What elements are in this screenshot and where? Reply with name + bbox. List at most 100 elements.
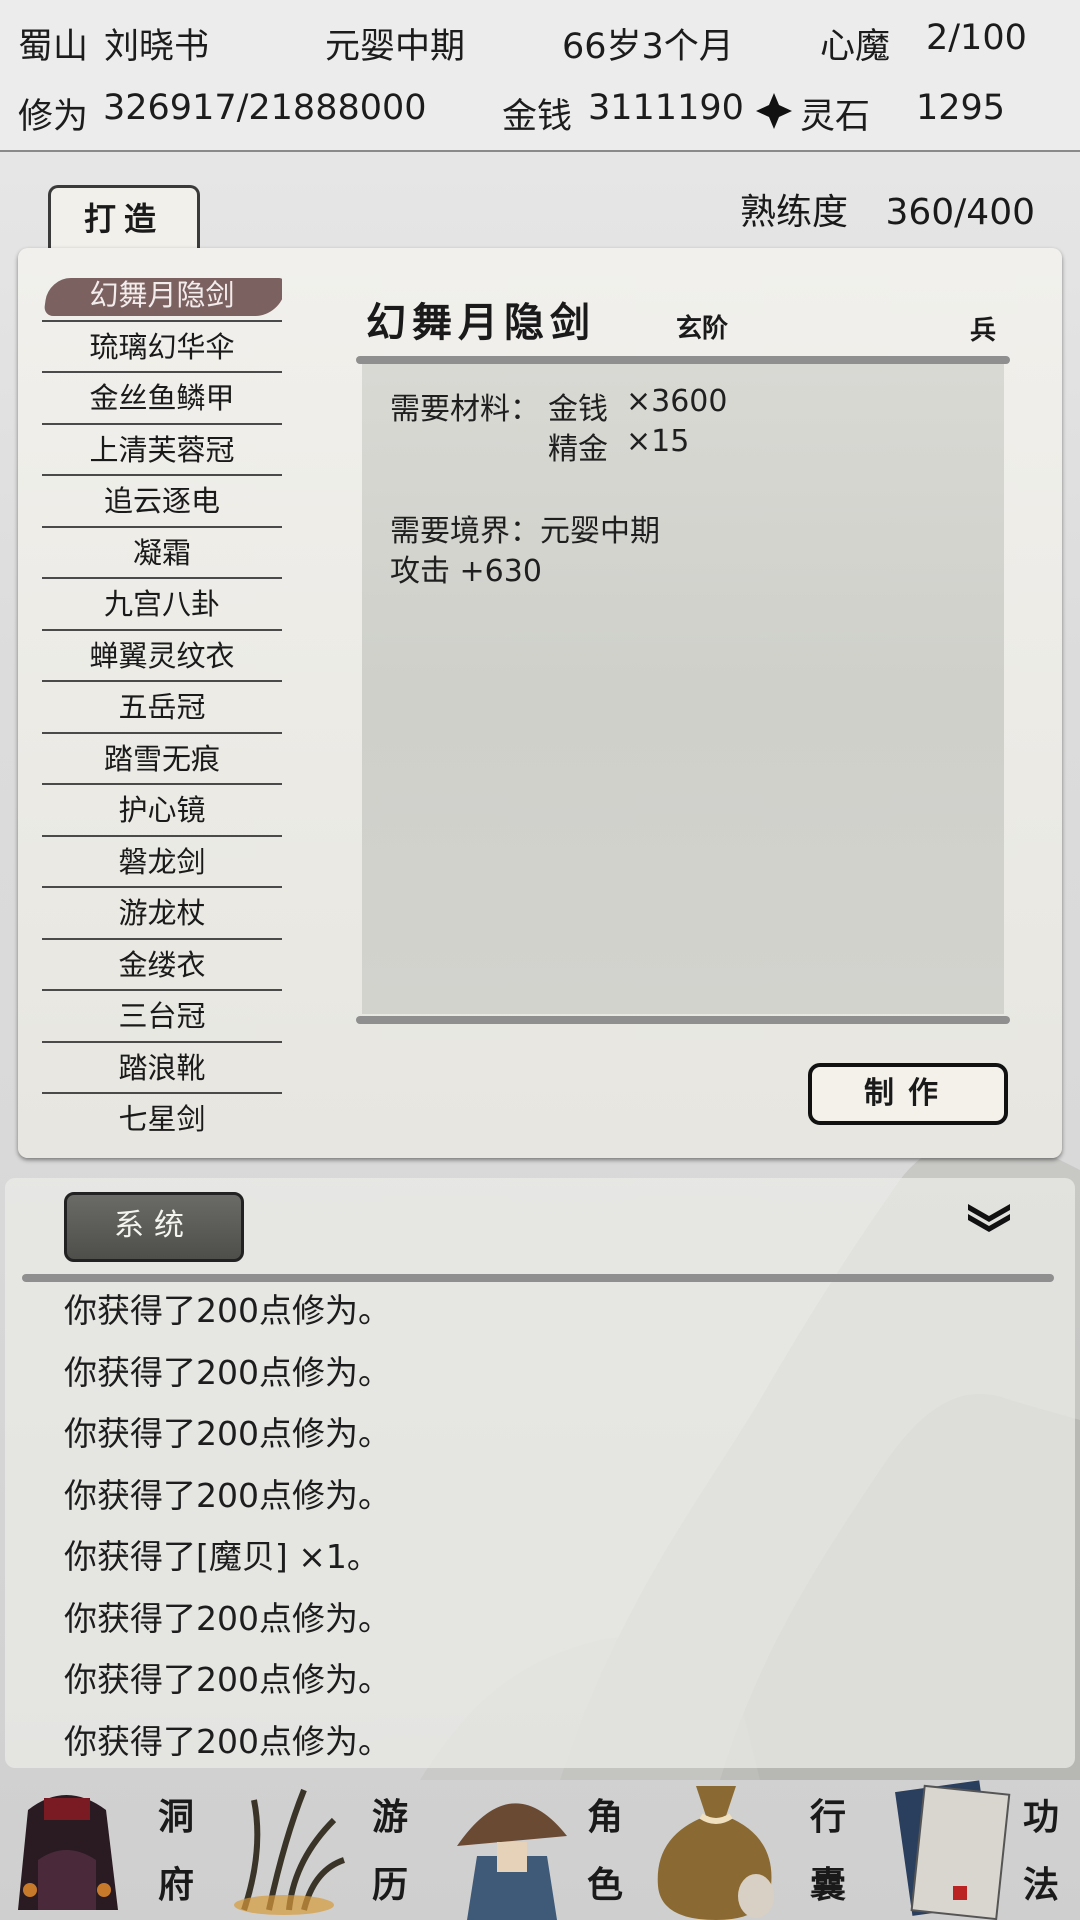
spirit-stone-icon [756, 93, 792, 129]
item-type: 兵 [970, 316, 997, 346]
nav-bag[interactable]: 行 囊 [640, 1770, 855, 1920]
recipe-label: 三台冠 [118, 999, 206, 1033]
log-line: 你获得了200点修为。 [64, 1352, 391, 1392]
recipe-item[interactable]: 磐龙剑 [42, 839, 282, 888]
recipe-label: 追云逐电 [103, 484, 220, 518]
cave-icon [18, 1795, 118, 1910]
nav-skills-char-2: 法 [1023, 1864, 1060, 1906]
log-line: 你获得了[魔贝] ×1。 [64, 1537, 380, 1576]
log-line: 你获得了200点修为。 [64, 1291, 391, 1330]
log-line: 你获得了200点修为。 [64, 1475, 391, 1515]
nav-character-char-2: 色 [587, 1864, 624, 1906]
recipe-detail-box [362, 364, 1004, 1014]
log-list[interactable]: 你获得了200点修为。 你获得了200点修为。 你获得了200点修为。 你获得了200… [64, 1285, 391, 1777]
recipe-item[interactable]: 上清芙蓉冠 [42, 427, 282, 476]
grass-icon [234, 1788, 346, 1915]
nav-character-char-1: 角 [587, 1796, 624, 1838]
recipe-label: 凝霜 [132, 535, 191, 570]
proficiency-display: 熟练度 360/400 [740, 183, 1035, 235]
recipe-list[interactable]: 幻舞月隐剑琉璃幻华伞金丝鱼鳞甲上清芙蓉冠追云逐电凝霜九宫八卦蝉翼灵纹衣五岳冠踏雪… [42, 272, 282, 1136]
cultivation-value: 326917/21888000 [103, 88, 427, 128]
player-name: 刘晓书 [104, 27, 210, 67]
recipe-item[interactable]: 七星剑 [42, 1096, 282, 1136]
recipe-label: 七星剑 [118, 1102, 206, 1136]
recipe-label: 上清芙蓉冠 [89, 432, 235, 467]
money-label: 金钱 [502, 97, 573, 137]
recipe-item[interactable]: 追云逐电 [42, 478, 282, 528]
nav-bag-char-2: 囊 [810, 1864, 847, 1906]
status-header: 蜀山 刘晓书 元婴中期 66岁3个月 心魔 2/100 修为 326917/21… [0, 0, 1080, 152]
spirit-stone-label: 灵石 [800, 97, 871, 137]
recipe-label: 护心镜 [118, 793, 206, 827]
material-1-name: 金钱 [548, 392, 608, 427]
recipe-label: 琉璃幻华伞 [89, 329, 235, 364]
recipe-item[interactable]: 蝉翼灵纹衣 [42, 633, 282, 682]
material-1-qty: ×3600 [626, 384, 728, 419]
log-line: 你获得了200点修为。 [64, 1660, 391, 1699]
heart-demon-label: 心魔 [820, 27, 891, 67]
detail-top-divider [356, 356, 1010, 364]
recipe-label: 金缕衣 [118, 947, 206, 982]
recipe-item[interactable]: 护心镜 [42, 787, 282, 837]
log-line: 你获得了200点修为。 [64, 1598, 391, 1638]
log-line: 你获得了200点修为。 [64, 1414, 391, 1453]
recipe-item[interactable]: 五岳冠 [42, 684, 282, 734]
bag-icon [657, 1786, 774, 1920]
log-line: 你获得了200点修为。 [64, 1721, 391, 1761]
recipe-label: 金丝鱼鳞甲 [89, 381, 235, 415]
nav-cave-char-2: 府 [158, 1864, 195, 1906]
sect-label: 蜀山 [18, 27, 89, 67]
make-button[interactable]: 制作 [808, 1063, 1008, 1125]
recipe-label: 幻舞月隐剑 [89, 278, 235, 312]
nav-character[interactable]: 角 色 [425, 1770, 640, 1920]
tab-system[interactable]: 系统 [64, 1192, 244, 1262]
item-stat: 攻击 +630 [390, 554, 542, 589]
money-value: 3111190 [588, 88, 744, 128]
recipe-label: 五岳冠 [118, 690, 206, 724]
recipe-item[interactable]: 踏雪无痕 [42, 736, 282, 785]
heart-demon-value: 2/100 [926, 18, 1027, 58]
age-value: 66岁3个月 [562, 27, 734, 67]
book-icon [895, 1780, 1011, 1920]
recipe-label: 游龙杖 [118, 896, 206, 930]
tab-craft[interactable]: 打造 [48, 185, 200, 251]
material-2-qty: ×15 [626, 424, 690, 459]
spirit-stone-value: 1295 [916, 88, 1006, 128]
nav-skills[interactable]: 功 法 [855, 1770, 1080, 1920]
recipe-item[interactable]: 游龙杖 [42, 890, 282, 940]
recipe-item[interactable]: 九宫八卦 [42, 581, 282, 631]
recipe-label: 蝉翼灵纹衣 [89, 638, 235, 673]
straw-hat-icon [457, 1803, 567, 1920]
nav-travel-char-2: 历 [372, 1864, 409, 1906]
recipe-item[interactable]: 踏浪靴 [42, 1045, 282, 1094]
recipe-label: 踏浪靴 [118, 1050, 206, 1085]
recipe-label: 踏雪无痕 [103, 741, 220, 776]
recipe-item[interactable]: 琉璃幻华伞 [42, 324, 282, 373]
item-grade: 玄阶 [676, 314, 729, 344]
proficiency-value: 360/400 [885, 192, 1036, 233]
nav-cave-char-1: 洞 [158, 1796, 195, 1838]
material-2-name: 精金 [548, 432, 608, 467]
recipe-item[interactable]: 金缕衣 [42, 942, 282, 991]
log-divider [22, 1274, 1054, 1282]
cultivation-label: 修为 [18, 97, 89, 137]
detail-bottom-divider [356, 1016, 1010, 1024]
realm-requirement: 需要境界：元婴中期 [390, 514, 660, 549]
realm-value: 元婴中期 [325, 27, 466, 67]
nav-bag-char-1: 行 [810, 1796, 847, 1838]
recipe-item[interactable]: 幻舞月隐剑 [42, 272, 282, 322]
nav-travel-char-1: 游 [372, 1796, 409, 1838]
materials-label: 需要材料： [390, 392, 540, 427]
proficiency-label: 熟练度 [740, 192, 849, 233]
nav-travel[interactable]: 游 历 [210, 1770, 425, 1920]
recipe-item[interactable]: 凝霜 [42, 530, 282, 579]
recipe-label: 磐龙剑 [118, 844, 206, 879]
bottom-nav: 洞 府 游 历 角 色 行 囊 功 法 [0, 1770, 1080, 1920]
item-title: 幻舞月隐剑 [366, 299, 596, 346]
recipe-item[interactable]: 金丝鱼鳞甲 [42, 375, 282, 425]
nav-cave[interactable]: 洞 府 [0, 1770, 210, 1920]
chevron-double-down-icon[interactable] [964, 1200, 1014, 1234]
recipe-item[interactable]: 三台冠 [42, 993, 282, 1043]
recipe-label: 九宫八卦 [103, 587, 220, 621]
nav-skills-char-1: 功 [1023, 1796, 1060, 1838]
